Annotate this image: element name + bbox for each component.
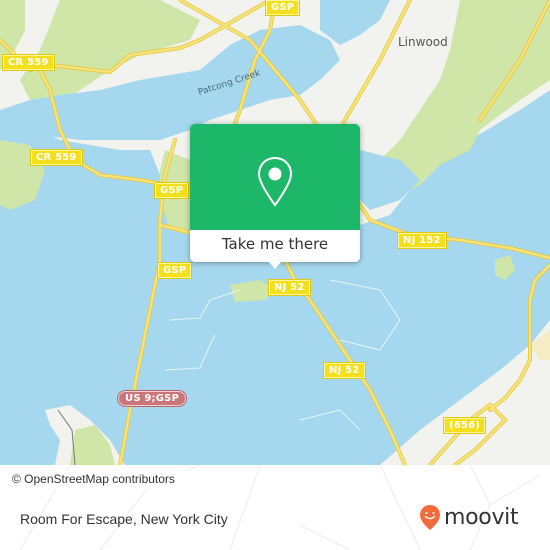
road-shield-nj52: NJ 52 xyxy=(323,362,366,379)
road-shield-cr559: CR 559 xyxy=(30,149,83,166)
map-attribution[interactable]: © OpenStreetMap contributors xyxy=(0,470,187,489)
place-label-linwood: Linwood xyxy=(398,35,448,49)
map-pin-icon xyxy=(257,156,293,207)
road-shield-us9-gsp: US 9;GSP xyxy=(116,390,188,407)
location-title: Room For Escape, New York City xyxy=(20,511,228,527)
road-shield-gsp: GSP xyxy=(264,0,301,16)
popup-tail xyxy=(268,261,282,269)
road-shield-cr656: (656) xyxy=(442,417,487,434)
take-me-there-button[interactable]: Take me there xyxy=(190,230,360,262)
road-shield-gsp: GSP xyxy=(153,182,190,199)
tidal-channels xyxy=(164,279,401,431)
moovit-pin-icon xyxy=(420,505,440,530)
road-shield-cr559: CR 559 xyxy=(2,54,55,71)
map[interactable]: Linwood Patcong Creek CR 559 CR 559 GSP … xyxy=(0,0,550,465)
island-east xyxy=(495,255,515,280)
road-shield-gsp: GSP xyxy=(156,262,193,279)
road-shield-nj52: NJ 52 xyxy=(268,279,311,296)
location-popup[interactable]: Take me there xyxy=(190,124,360,269)
road-shield-nj152: NJ 152 xyxy=(397,232,447,249)
park-southwest xyxy=(70,425,115,465)
moovit-wordmark: moovit xyxy=(444,504,519,530)
popup-header[interactable] xyxy=(190,124,360,230)
land-southeast xyxy=(380,320,550,465)
moovit-logo[interactable]: moovit xyxy=(419,504,519,531)
